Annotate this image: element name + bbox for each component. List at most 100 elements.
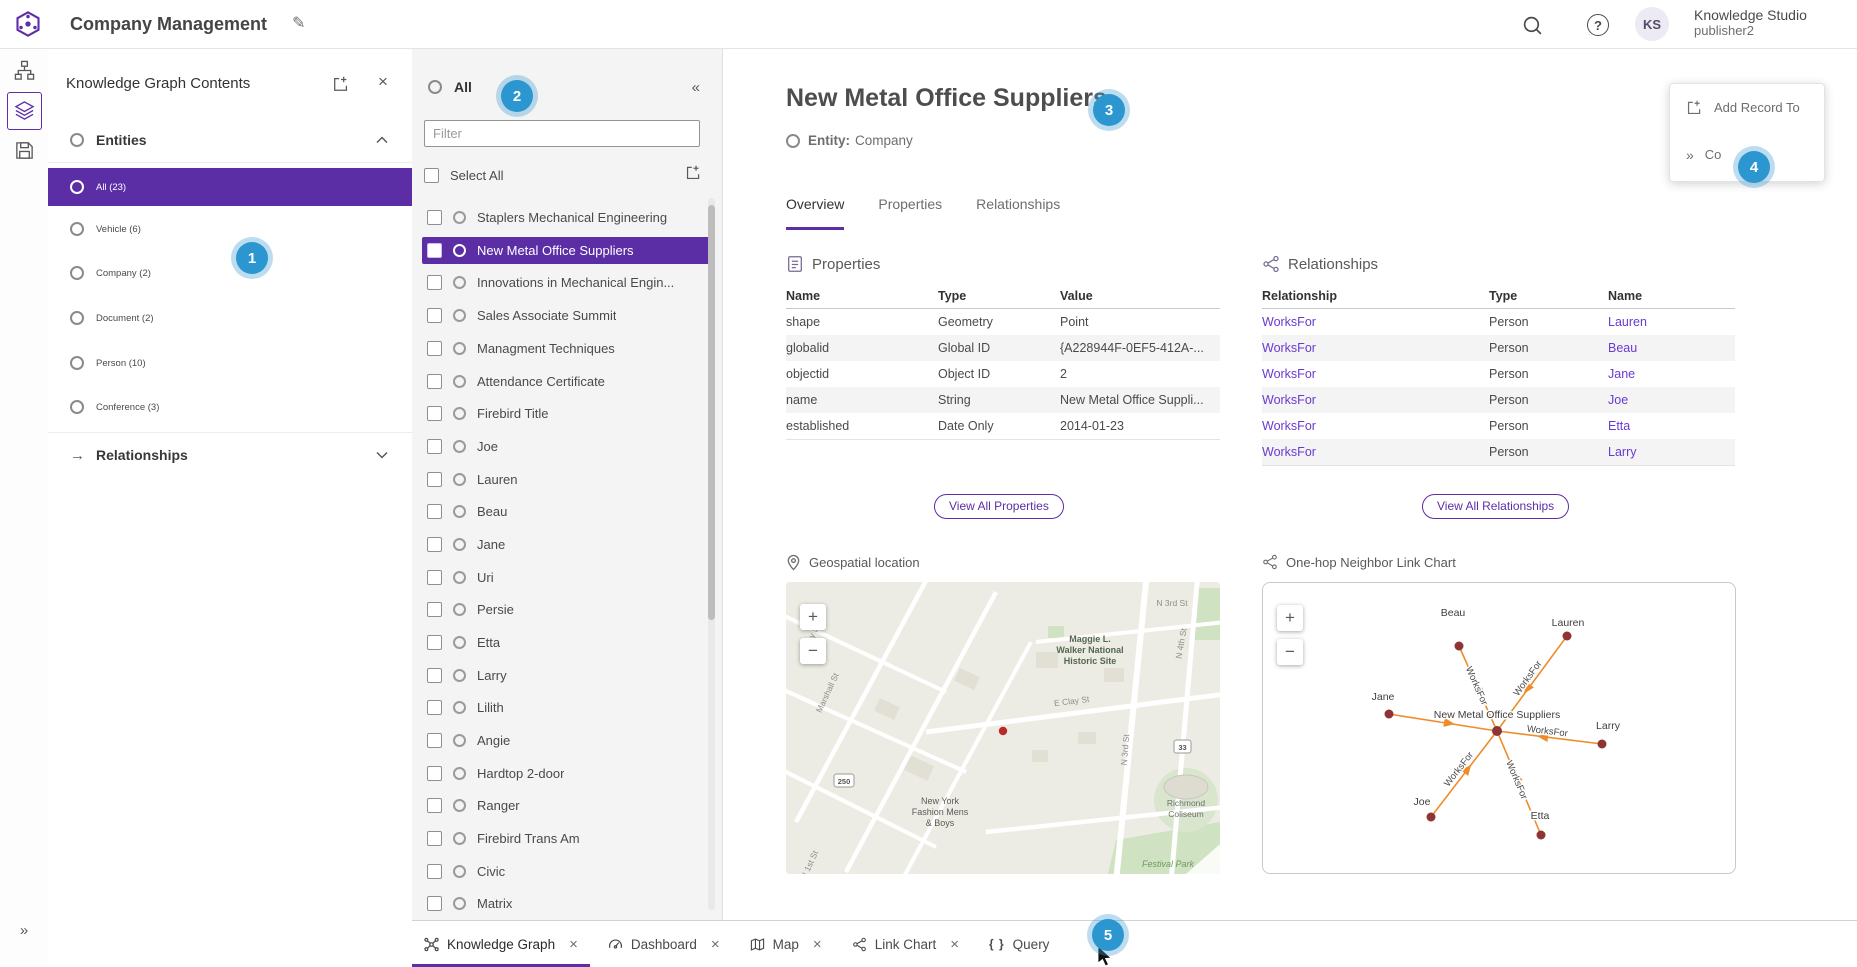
checkbox[interactable]: [427, 766, 442, 781]
search-icon[interactable]: [1520, 13, 1544, 37]
select-all-checkbox[interactable]: [424, 168, 439, 183]
checkbox[interactable]: [427, 668, 442, 683]
checkbox[interactable]: [427, 570, 442, 585]
list-item[interactable]: Firebird Title: [422, 400, 712, 427]
relationship-link[interactable]: WorksFor: [1262, 387, 1489, 413]
checkbox[interactable]: [427, 602, 442, 617]
list-item-selected[interactable]: New Metal Office Suppliers: [422, 237, 712, 264]
tab-overview[interactable]: Overview: [786, 196, 844, 230]
add-to-panel-icon[interactable]: [332, 75, 350, 98]
checkbox[interactable]: [427, 537, 442, 552]
list-item[interactable]: Sales Associate Summit: [422, 302, 712, 329]
node-larry[interactable]: [1598, 740, 1607, 749]
checkbox[interactable]: [427, 406, 442, 421]
node-lauren[interactable]: [1563, 632, 1572, 641]
checkbox[interactable]: [427, 308, 442, 323]
edit-title-icon[interactable]: ✎: [292, 0, 305, 48]
list-item[interactable]: Etta: [422, 629, 712, 656]
close-tab-icon[interactable]: ×: [950, 936, 959, 953]
entity-type-all[interactable]: All (23): [48, 168, 412, 206]
checkbox[interactable]: [427, 831, 442, 846]
list-item[interactable]: Managment Techniques: [422, 335, 712, 362]
checkbox[interactable]: [427, 210, 442, 225]
scrollbar-thumb[interactable]: [708, 205, 715, 620]
relationship-link[interactable]: WorksFor: [1262, 309, 1489, 335]
entity-type-document[interactable]: Document (2): [48, 299, 412, 337]
list-item[interactable]: Larry: [422, 662, 712, 689]
entity-link[interactable]: Jane: [1608, 361, 1735, 387]
entity-type-person[interactable]: Person (10): [48, 344, 412, 382]
checkbox[interactable]: [427, 798, 442, 813]
node-etta[interactable]: [1537, 831, 1546, 840]
close-tab-icon[interactable]: ×: [569, 936, 578, 953]
relationships-section-header[interactable]: → Relationships: [48, 432, 412, 477]
select-all-row[interactable]: Select All: [424, 162, 710, 188]
list-item[interactable]: Angie: [422, 727, 712, 754]
list-item[interactable]: Uri: [422, 564, 712, 591]
list-item[interactable]: Joe: [422, 433, 712, 460]
checkbox[interactable]: [427, 700, 442, 715]
save-icon[interactable]: [0, 130, 48, 170]
link-chart-canvas[interactable]: WorksFor WorksFor WorksFor WorksFor Work…: [1263, 583, 1735, 873]
list-item[interactable]: Beau: [422, 498, 712, 525]
checkbox[interactable]: [427, 733, 442, 748]
checkbox[interactable]: [427, 472, 442, 487]
list-item[interactable]: Civic: [422, 858, 712, 885]
filter-input[interactable]: [424, 120, 700, 147]
avatar[interactable]: KS: [1635, 7, 1669, 41]
checkbox[interactable]: [427, 275, 442, 290]
entity-link[interactable]: Joe: [1608, 387, 1735, 413]
collapse-panel-icon[interactable]: «: [692, 79, 700, 96]
chart-zoom-out-button[interactable]: −: [1277, 639, 1303, 665]
map-container[interactable]: + −: [786, 582, 1220, 874]
close-panel-icon[interactable]: ×: [378, 72, 388, 92]
entity-link[interactable]: Lauren: [1608, 309, 1735, 335]
checkbox[interactable]: [427, 504, 442, 519]
tab-relationships[interactable]: Relationships: [976, 196, 1060, 230]
node-jane[interactable]: [1385, 710, 1394, 719]
map-zoom-in-button[interactable]: +: [800, 604, 826, 630]
map-canvas[interactable]: Maggie L. Walker National Historic Site …: [786, 582, 1220, 874]
entity-type-vehicle[interactable]: Vehicle (6): [48, 210, 412, 248]
layers-icon[interactable]: [0, 90, 48, 130]
tab-map[interactable]: Map ×: [750, 921, 822, 967]
link-chart-container[interactable]: + − WorksFor WorksFor WorksFor: [1262, 582, 1736, 874]
view-all-relationships-button[interactable]: View All Relationships: [1422, 494, 1569, 519]
checkbox[interactable]: [427, 864, 442, 879]
node-center[interactable]: [1492, 726, 1502, 736]
tab-dashboard[interactable]: Dashboard ×: [608, 921, 720, 967]
entity-link[interactable]: Larry: [1608, 439, 1735, 465]
relationship-link[interactable]: WorksFor: [1262, 439, 1489, 465]
tab-query[interactable]: { } Query: [989, 921, 1049, 967]
close-tab-icon[interactable]: ×: [711, 936, 720, 953]
list-item[interactable]: Ranger: [422, 792, 712, 819]
close-tab-icon[interactable]: ×: [813, 936, 822, 953]
checkbox[interactable]: [427, 243, 442, 258]
list-item[interactable]: Matrix: [422, 890, 712, 917]
list-item[interactable]: Firebird Trans Am: [422, 825, 712, 852]
node-joe[interactable]: [1427, 813, 1436, 822]
help-icon[interactable]: ?: [1587, 14, 1609, 36]
chart-zoom-in-button[interactable]: +: [1277, 605, 1303, 631]
data-model-icon[interactable]: [0, 50, 48, 90]
list-item[interactable]: Hardtop 2-door: [422, 760, 712, 787]
node-beau[interactable]: [1455, 642, 1464, 651]
list-item[interactable]: Innovations in Mechanical Engin...: [422, 269, 712, 296]
tab-knowledge-graph[interactable]: Knowledge Graph ×: [424, 921, 578, 967]
entity-link[interactable]: Beau: [1608, 335, 1735, 361]
list-item[interactable]: Persie: [422, 596, 712, 623]
checkbox[interactable]: [427, 439, 442, 454]
map-zoom-out-button[interactable]: −: [800, 638, 826, 664]
checkbox[interactable]: [427, 341, 442, 356]
link-chart-nodes[interactable]: [1385, 632, 1607, 840]
relationship-link[interactable]: WorksFor: [1262, 335, 1489, 361]
expand-rail-icon[interactable]: »: [0, 922, 48, 939]
entity-type-company[interactable]: Company (2): [48, 254, 412, 292]
add-selection-icon[interactable]: [685, 164, 702, 186]
entity-link[interactable]: Etta: [1608, 413, 1735, 439]
relationship-link[interactable]: WorksFor: [1262, 361, 1489, 387]
menu-item-add-record-to[interactable]: Add Record To: [1670, 84, 1824, 131]
checkbox[interactable]: [427, 635, 442, 650]
relationship-link[interactable]: WorksFor: [1262, 413, 1489, 439]
list-item[interactable]: Staplers Mechanical Engineering: [422, 204, 712, 231]
